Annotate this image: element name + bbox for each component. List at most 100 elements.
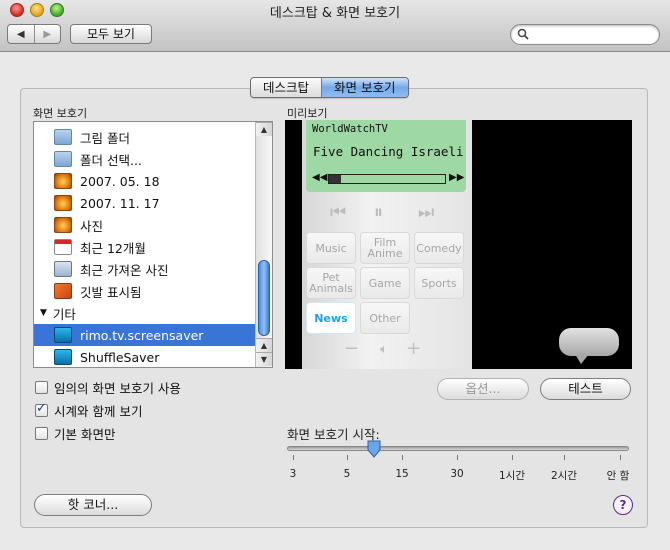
disclosure-triangle-icon[interactable]: ▼ [40, 308, 47, 318]
slider-tick-label: 2시간 [550, 470, 578, 482]
show-with-clock-checkbox[interactable]: 시계와 함께 보기 [35, 401, 142, 420]
list-item[interactable]: 폴더 선택... [34, 148, 256, 170]
import-icon [54, 261, 72, 277]
speaker-icon: 🔈︎ [380, 342, 388, 357]
category-film-anime: Film Anime [360, 232, 410, 264]
preview-heading: 미리보기 [287, 107, 328, 120]
rewind-icon: ◀◀ [312, 172, 328, 183]
slider-tick-label: 5 [343, 468, 351, 480]
speech-bubble-icon [559, 328, 619, 356]
list-item-label: 최근 가져온 사진 [80, 262, 169, 278]
screensaver-list-heading: 화면 보호기 [33, 107, 88, 120]
previous-track-icon: ⏮ [330, 202, 347, 223]
main-screen-only-checkbox[interactable]: 기본 화면만 [35, 424, 115, 443]
next-track-icon: ⏭ [418, 202, 435, 223]
slider-tick [620, 455, 621, 460]
help-button[interactable]: ? [613, 495, 633, 515]
preferences-window: 데스크탑 & 화면 보호기 ◀ ▶ 모두 보기 데스크탑 화면 보호기 화면 보… [0, 0, 670, 550]
list-item[interactable]: 사진 [34, 214, 256, 236]
list-scrollbar[interactable]: ▲ ▲ ▼ [255, 122, 272, 367]
start-slider-track[interactable] [287, 446, 629, 451]
slider-tick-label: 1시간 [498, 470, 526, 482]
tab-bar: 데스크탑 화면 보호기 [250, 77, 409, 98]
channel-name: WorldWatchTV [312, 123, 388, 135]
list-item[interactable]: 깃발 표시됨 [34, 280, 256, 302]
list-item-label: 2007. 11. 17 [80, 195, 160, 211]
photo-event-icon [54, 173, 72, 189]
scroll-thumb[interactable] [258, 260, 270, 336]
photo-event-icon [54, 217, 72, 233]
search-field[interactable] [510, 24, 660, 45]
volume-up-icon: + [406, 338, 422, 359]
scroll-up-arrow-icon[interactable]: ▲ [256, 338, 272, 352]
checkbox-label: 시계와 함께 보기 [54, 404, 143, 419]
slider-tick [347, 455, 348, 460]
checkbox-label: 기본 화면만 [54, 427, 116, 442]
start-slider-ticks [287, 455, 629, 461]
rimo-icon [54, 327, 72, 343]
rimo-icon [54, 349, 72, 365]
search-icon [517, 28, 529, 40]
list-group-label: 기타 [52, 306, 76, 322]
slider-tick-label: 3 [289, 468, 297, 480]
playback-progress-fill [329, 175, 341, 183]
pause-icon: ⏸ [374, 202, 383, 223]
list-item[interactable]: ShuffleSaver [34, 346, 256, 367]
category-game: Game [360, 267, 410, 299]
slider-tick-label: 30 [450, 468, 464, 480]
forward-button[interactable]: ▶ [33, 25, 61, 43]
preview-pane: WorldWatchTV Five Dancing Israeli ◀◀ ▶▶ … [285, 120, 632, 369]
options-button[interactable]: 옵션... [437, 378, 529, 400]
calendar-icon [54, 239, 72, 255]
scroll-down-arrow-icon[interactable]: ▼ [256, 352, 272, 366]
list-item-label: 깃발 표시됨 [80, 284, 142, 300]
slider-tick [293, 455, 294, 460]
list-item[interactable]: 그림 폴더 [34, 126, 256, 148]
category-sports: Sports [414, 267, 464, 299]
list-item[interactable]: 최근 12개월 [34, 236, 256, 258]
checkbox-box[interactable] [35, 427, 48, 440]
hot-corners-button[interactable]: 핫 코너... [34, 494, 152, 516]
category-music: Music [306, 232, 356, 264]
fast-forward-icon: ▶▶ [449, 172, 465, 183]
playback-progress [328, 174, 446, 184]
slider-tick-label: 안 함 [606, 470, 630, 482]
photo-event-icon [54, 195, 72, 211]
slider-tick [512, 455, 513, 460]
list-item-label: rimo.tv.screensaver [80, 327, 204, 343]
category-other: Other [360, 302, 410, 334]
list-item-label: 2007. 05. 18 [80, 173, 160, 189]
checkbox-label: 임의의 화면 보호기 사용 [54, 381, 181, 396]
tab-screensaver[interactable]: 화면 보호기 [321, 78, 408, 97]
category-comedy: Comedy [414, 232, 464, 264]
list-item[interactable]: 최근 가져온 사진 [34, 258, 256, 280]
scroll-up-arrow-icon[interactable]: ▲ [256, 122, 272, 136]
test-button[interactable]: 테스트 [540, 378, 631, 400]
list-item[interactable]: 2007. 11. 17 [34, 192, 256, 214]
title-bar: 데스크탑 & 화면 보호기 ◀ ▶ 모두 보기 [0, 0, 670, 52]
folder-icon [54, 129, 72, 145]
screensaver-list[interactable]: 그림 폴더 폴더 선택... 2007. 05. 18 2007. 11. 17… [33, 121, 273, 368]
list-item-label: 최근 12개월 [80, 240, 146, 256]
slider-tick [402, 455, 403, 460]
folder-icon [54, 151, 72, 167]
list-item-label: 폴더 선택... [80, 152, 142, 168]
preview-device: WorldWatchTV Five Dancing Israeli ◀◀ ▶▶ … [302, 120, 472, 369]
list-item[interactable]: 2007. 05. 18 [34, 170, 256, 192]
volume-down-icon: − [344, 338, 360, 359]
slider-tick [564, 455, 565, 460]
random-screensaver-checkbox[interactable]: 임의의 화면 보호기 사용 [35, 378, 181, 397]
show-all-button[interactable]: 모두 보기 [70, 24, 152, 44]
player-header: WorldWatchTV Five Dancing Israeli ◀◀ ▶▶ [306, 120, 466, 192]
flag-icon [54, 283, 72, 299]
back-forward-group: ◀ ▶ [7, 24, 61, 44]
category-news: News [306, 302, 356, 334]
slider-tick-label: 15 [395, 468, 409, 480]
back-button[interactable]: ◀ [8, 25, 34, 43]
list-item-selected[interactable]: rimo.tv.screensaver [34, 324, 256, 346]
list-group-header[interactable]: ▼ 기타 [34, 302, 256, 324]
checkbox-box[interactable] [35, 381, 48, 394]
checkbox-box[interactable] [35, 401, 48, 417]
tab-desktop[interactable]: 데스크탑 [251, 78, 322, 97]
list-item-label: 사진 [80, 218, 104, 234]
